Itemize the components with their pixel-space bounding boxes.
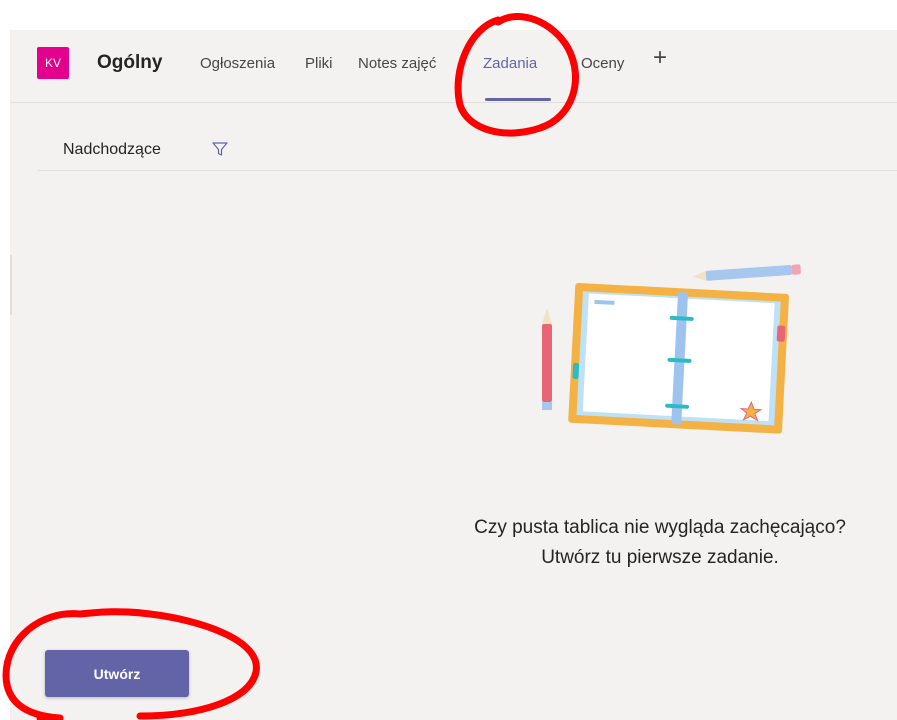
create-button[interactable]: Utwórz (45, 650, 189, 697)
empty-state-message: Czy pusta tablica nie wygląda zachęcając… (474, 517, 846, 568)
plus-icon[interactable]: + (650, 46, 670, 70)
filter-label[interactable]: Nadchodzące (63, 141, 161, 159)
tab-zadania[interactable]: Zadania (483, 55, 537, 72)
filter-bar: Nadchodzące (38, 103, 897, 171)
notebook-illustration (542, 264, 801, 434)
channel-header: KV Ogólny Ogłoszenia Pliki Notes zajęć Z… (10, 30, 897, 103)
active-tab-indicator (485, 98, 551, 101)
tab-pliki[interactable]: Pliki (305, 55, 333, 72)
tab-notes-zajec[interactable]: Notes zajęć (358, 55, 436, 72)
channel-title: Ogólny (97, 52, 163, 73)
teams-assignments-view: KV Ogólny Ogłoszenia Pliki Notes zajęć Z… (10, 30, 897, 720)
tab-oceny[interactable]: Oceny (581, 55, 624, 72)
filter-icon[interactable] (211, 140, 229, 158)
team-avatar[interactable]: KV (37, 47, 69, 79)
sidebar-handle[interactable] (10, 255, 12, 315)
tab-ogloszenia[interactable]: Ogłoszenia (200, 55, 275, 72)
